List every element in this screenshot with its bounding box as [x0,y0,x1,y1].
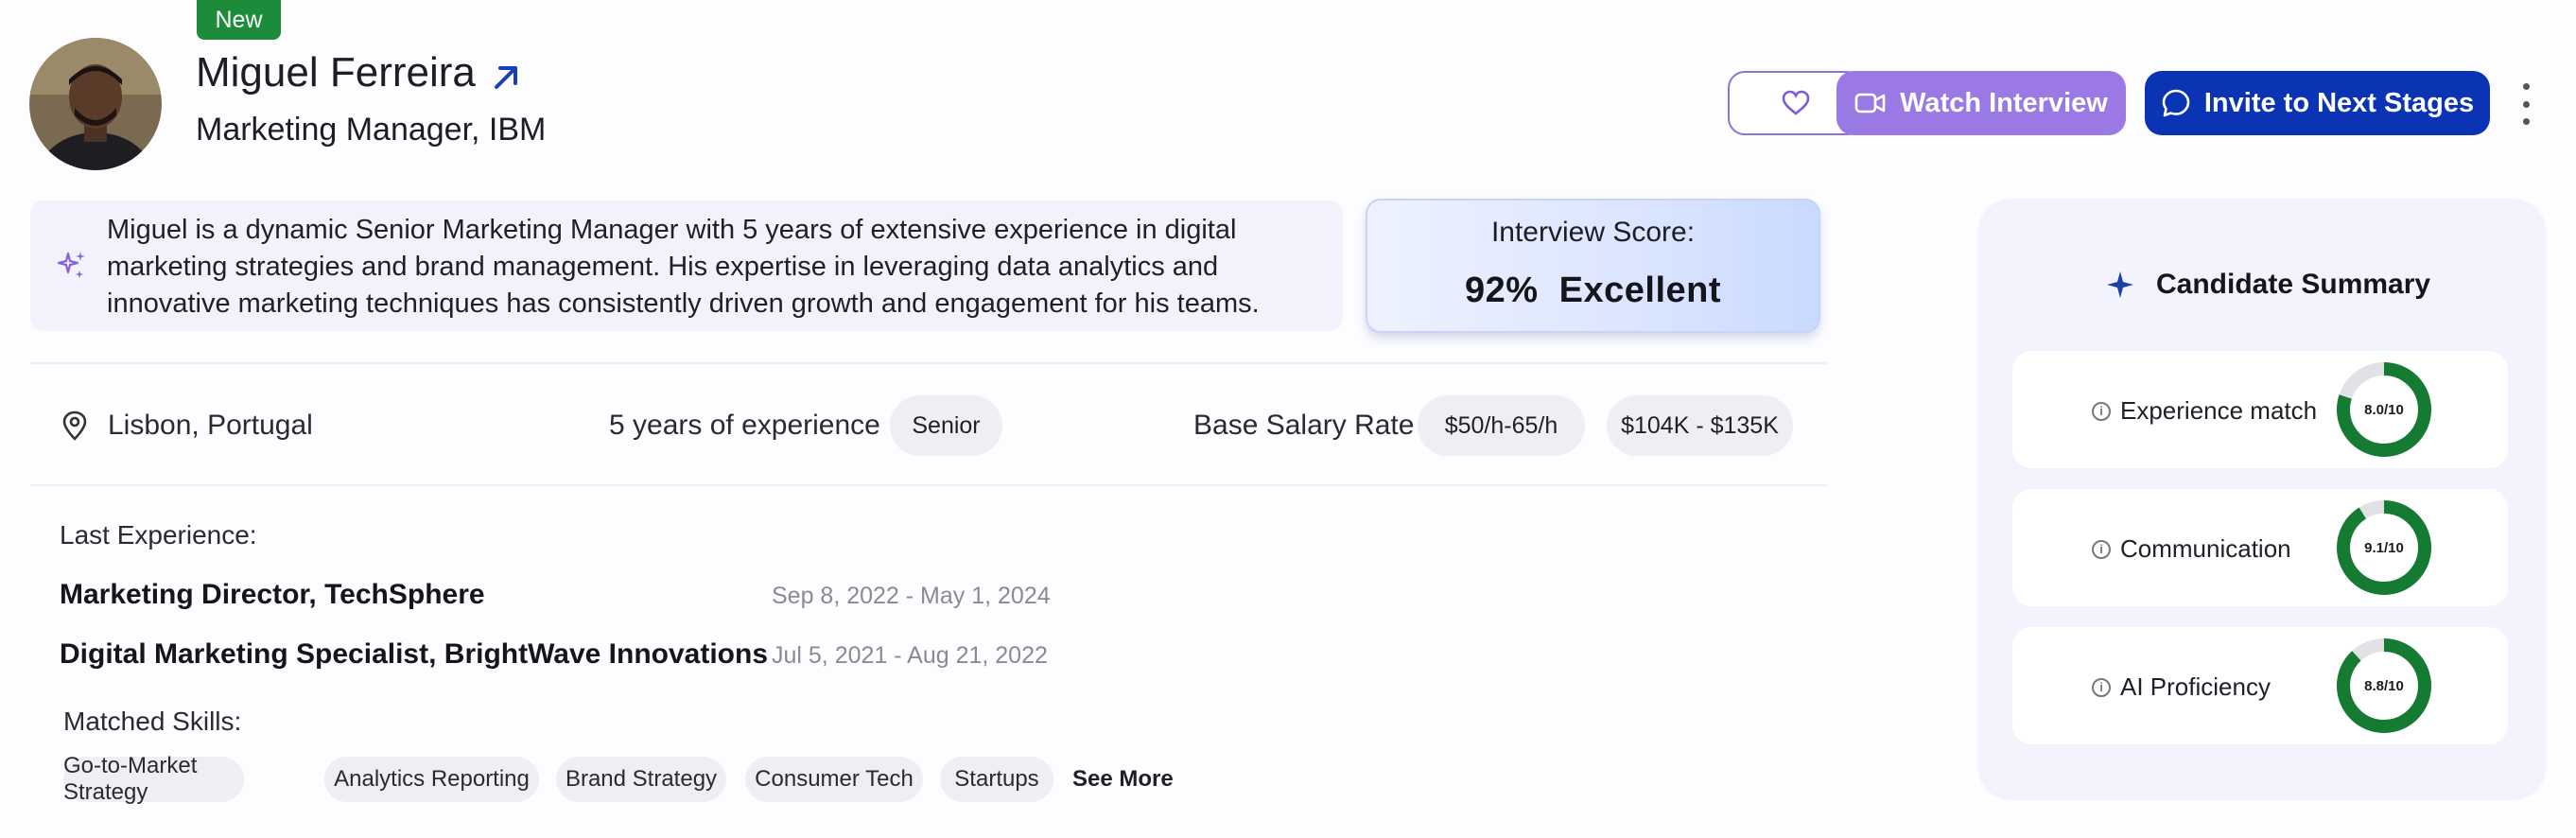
job-dates: Jul 5, 2021 - Aug 21, 2022 [772,642,1048,669]
info-icon[interactable]: i [2092,677,2111,697]
skill-chip: Analytics Reporting [324,757,539,802]
info-icon[interactable]: i [2092,539,2111,559]
see-more-link[interactable]: See More [1072,766,1174,793]
job-title: Digital Marketing Specialist, BrightWave… [60,638,769,670]
avatar-image [29,38,162,170]
last-experience-label: Last Experience: [60,520,257,550]
candidate-role: Marketing Manager, IBM [196,112,547,148]
salary-label: Base Salary Rate [1193,410,1415,441]
sparkle-icon [2104,269,2136,301]
divider [30,362,1827,364]
skill-chip: Consumer Tech [745,757,923,802]
annual-salary-badge: $104K - $135K [1607,395,1793,456]
divider [30,484,1827,486]
interview-score-label: Interview Score: [1490,217,1696,248]
metric-label: Communication [2120,534,2291,563]
invite-label: Invite to Next Stages [2203,87,2475,118]
skill-chip: Go-to-Market Strategy [63,753,244,805]
interview-score-value: 92% Excellent [1366,271,1820,311]
external-link-icon[interactable] [489,59,525,95]
job-dates: Sep 8, 2022 - May 1, 2024 [772,583,1051,609]
info-icon[interactable]: i [2092,401,2111,421]
invite-next-stages-button[interactable]: Invite to Next Stages [2145,71,2490,135]
score-donut: 8.8/10 [2337,638,2431,733]
video-camera-icon [1854,93,1886,113]
metric-label: Experience match [2120,396,2318,425]
candidate-summary-title: Candidate Summary [2156,269,2431,300]
location-text: Lisbon, Portugal [108,410,313,441]
avatar [29,38,162,170]
matched-skills-label: Matched Skills: [63,707,242,736]
candidate-name: Miguel Ferreira [196,49,476,96]
watch-interview-label: Watch Interview [1900,87,2108,118]
more-options-icon[interactable] [2516,83,2535,125]
experience-years: 5 years of experience [609,410,880,441]
location-pin-icon [61,410,89,441]
skill-chip: Brand Strategy [556,757,726,802]
watch-interview-button[interactable]: Watch Interview [1836,71,2126,135]
new-badge: New [197,0,281,40]
metric-card: i Communication 9.1/10 [2012,489,2508,606]
donut-score-text: 8.8/10 [2364,678,2404,694]
metric-card: i Experience match 8.0/10 [2012,351,2508,468]
sparkles-icon [55,248,89,282]
candidate-bio: Miguel is a dynamic Senior Marketing Man… [107,215,1260,319]
score-rating: Excellent [1558,271,1722,310]
metric-card: i AI Proficiency 8.8/10 [2012,627,2508,744]
metric-label: AI Proficiency [2120,672,2271,701]
chat-bubble-icon [2162,89,2190,117]
heart-icon [1782,90,1810,115]
seniority-badge: Senior [890,395,1002,456]
score-percent: 92% [1464,271,1539,310]
score-donut: 8.0/10 [2337,362,2431,457]
donut-score-text: 9.1/10 [2364,540,2404,556]
donut-score-text: 8.0/10 [2364,402,2404,418]
skill-chip: Startups [940,757,1053,802]
job-title: Marketing Director, TechSphere [60,579,485,610]
score-donut: 9.1/10 [2337,500,2431,595]
hourly-rate-badge: $50/h-65/h [1418,395,1585,456]
